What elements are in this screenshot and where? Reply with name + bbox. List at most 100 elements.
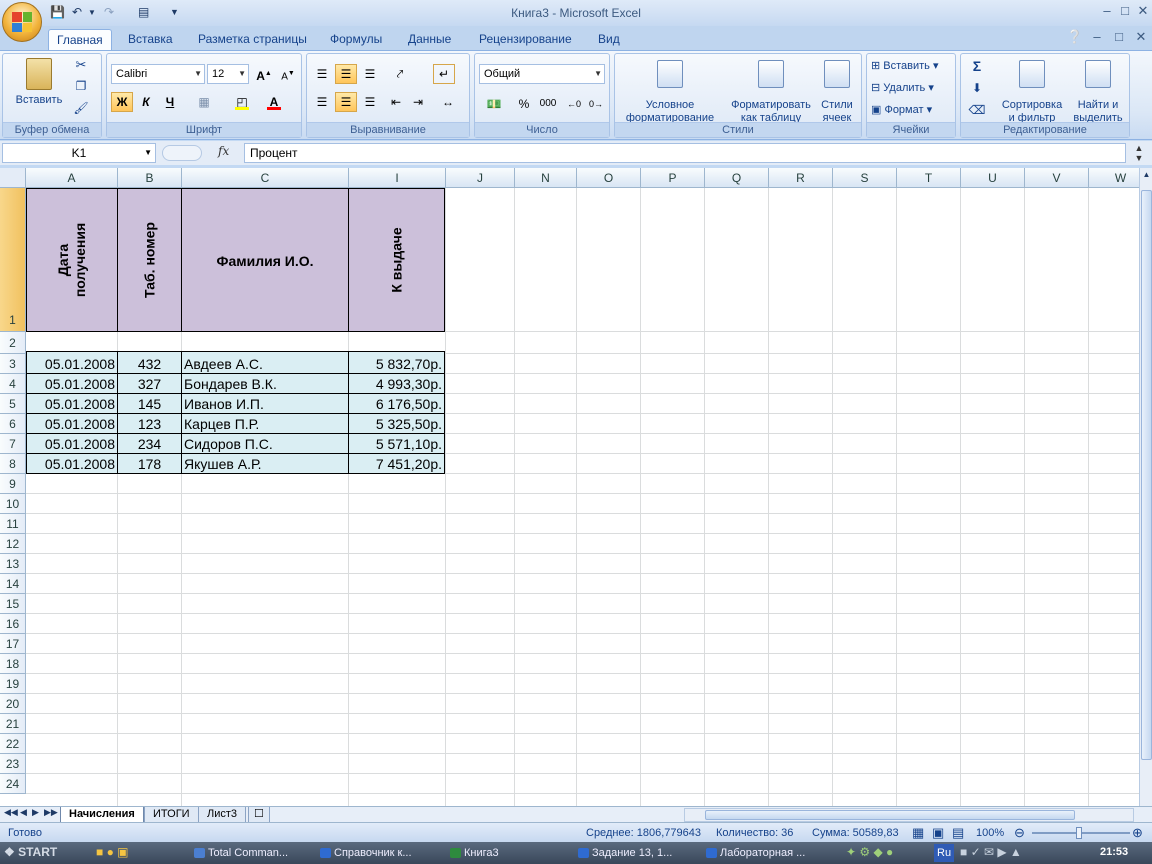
column-header-c[interactable]: C [182,168,349,188]
row-header-8[interactable]: 8 [0,454,26,474]
grow-font-icon[interactable]: A▲ [253,64,275,84]
tab-formulas[interactable]: Формулы [322,29,390,50]
number-format-combo[interactable]: Общий ▼ [479,64,605,84]
row-header-21[interactable]: 21 [0,714,26,734]
align-bottom-icon[interactable]: ☰ [359,64,381,84]
cell-tab[interactable]: 327 [117,373,182,394]
row-header-7[interactable]: 7 [0,434,26,454]
tab-data[interactable]: Данные [400,29,459,50]
office-button[interactable] [2,2,42,42]
zoom-in-icon[interactable]: ⊕ [1132,825,1143,841]
scroll-up-icon[interactable]: ▲ [1141,170,1152,184]
cell-tab[interactable]: 432 [117,351,182,374]
tab-view[interactable]: Вид [590,29,628,50]
next-sheet-icon[interactable]: ▶ [32,807,39,818]
sort-filter-button[interactable]: Сортировка и фильтр [995,60,1069,125]
row-header-23[interactable]: 23 [0,754,26,774]
cell-name[interactable]: Якушев А.Р. [181,453,349,474]
align-center-icon[interactable]: ☰ [335,92,357,112]
cell-name[interactable]: Авдеев А.С. [181,351,349,374]
row-header-22[interactable]: 22 [0,734,26,754]
align-left-icon[interactable]: ☰ [311,92,333,112]
tray-icons[interactable]: ✦ ⚙ ◆ ● [846,845,893,859]
cell-styles-button[interactable]: Стили ячеек [815,60,859,125]
row-header-20[interactable]: 20 [0,694,26,714]
last-sheet-icon[interactable]: ▶▶ [44,807,58,818]
cell-pay[interactable]: 6 176,50р. [348,393,445,414]
close-icon[interactable]: ✕ [1134,3,1152,19]
worksheet-grid[interactable]: ABCIJNOPQRSTUVW 1 2 3 4 5 6 7 8 9 10 11 12 13 14 15 16 1… [0,168,1139,806]
row-header-13[interactable]: 13 [0,554,26,574]
workbook-close-icon[interactable]: ✕ [1132,29,1150,45]
first-sheet-icon[interactable]: ◀◀ [4,807,18,818]
row-header-3[interactable]: 3 [0,354,26,374]
vertical-scroll-thumb[interactable] [1141,190,1152,760]
horizontal-scrollbar[interactable] [684,808,1134,822]
row-header-9[interactable]: 9 [0,474,26,494]
column-header-w[interactable]: W [1089,168,1139,188]
cell-tab[interactable]: 234 [117,433,182,454]
taskbar-item-total-commander[interactable]: Total Comman... [192,844,310,862]
row-header-6[interactable]: 6 [0,414,26,434]
tab-page-layout[interactable]: Разметка страницы [190,29,315,50]
quick-launch-icons[interactable]: ■ ● ▣ [96,845,129,859]
sheet-tab-itogi[interactable]: ИТОГИ [144,807,199,823]
zoom-slider-thumb[interactable] [1076,827,1082,839]
find-select-button[interactable]: Найти и выделить [1069,60,1127,125]
header-cell-tab-number[interactable]: Таб. номер [117,188,182,332]
tray-status-icons[interactable]: ■ ✓ ✉ ▶ ▲ [960,845,1022,859]
column-header-n[interactable]: N [515,168,577,188]
paste-button[interactable]: Вставить [13,58,65,107]
sheet-tab-nachisleniya[interactable]: Начисления [60,807,144,823]
currency-format-icon[interactable]: 💵 [479,94,509,114]
insert-cells-button[interactable]: ⊞ Вставить ▾ [871,60,953,73]
column-header-r[interactable]: R [769,168,833,188]
tab-home[interactable]: Главная [48,29,112,50]
cell-name[interactable]: Сидоров П.С. [181,433,349,454]
cell-pay[interactable]: 7 451,20р. [348,453,445,474]
normal-view-icon[interactable]: ▦ [912,825,924,841]
align-top-icon[interactable]: ☰ [311,64,333,84]
format-as-table-button[interactable]: Форматировать как таблицу [723,60,819,125]
horizontal-scroll-thumb[interactable] [705,810,1075,820]
workbook-minimize-icon[interactable]: – [1088,29,1106,44]
autosum-icon[interactable]: Σ [965,59,989,73]
conditional-formatting-button[interactable]: Условное форматирование [617,60,723,125]
column-header-v[interactable]: V [1025,168,1089,188]
fill-icon[interactable]: ⬇ [965,82,989,95]
align-middle-icon[interactable]: ☰ [335,64,357,84]
cell-tab[interactable]: 123 [117,413,182,434]
column-header-i[interactable]: I [349,168,446,188]
insert-sheet-icon[interactable]: ☐ [248,807,270,823]
row-header-15[interactable]: 15 [0,594,26,614]
merge-center-icon[interactable]: ↔ [437,92,459,112]
column-header-o[interactable]: O [577,168,641,188]
taskbar-item-task13[interactable]: Задание 13, 1... [576,844,696,862]
row-header-24[interactable]: 24 [0,774,26,794]
bold-button[interactable]: Ж [111,92,133,112]
vertical-scrollbar[interactable]: ▲ [1139,168,1152,806]
row-header-19[interactable]: 19 [0,674,26,694]
cell-pay[interactable]: 5 325,50р. [348,413,445,434]
cell-tab[interactable]: 178 [117,453,182,474]
page-layout-view-icon[interactable]: ▣ [932,825,944,841]
row-header-18[interactable]: 18 [0,654,26,674]
row-header-14[interactable]: 14 [0,574,26,594]
row-header-2[interactable]: 2 [0,332,26,354]
expand-formula-bar-icon[interactable]: ▲ ▼ [1128,143,1150,163]
start-button[interactable]: ❖ START [4,845,57,859]
fill-color-icon[interactable]: ◰ [231,92,253,112]
column-header-j[interactable]: J [446,168,515,188]
prev-sheet-icon[interactable]: ◀ [20,807,27,818]
orientation-icon[interactable]: ⤤ [389,64,411,84]
restore-icon[interactable]: □ [1116,3,1134,18]
wrap-text-icon[interactable]: ↵ [433,64,455,84]
column-header-q[interactable]: Q [705,168,769,188]
insert-function-icon[interactable]: fx [218,144,240,158]
cell-date[interactable]: 05.01.2008 [26,433,118,454]
column-header-t[interactable]: T [897,168,961,188]
font-name-combo[interactable]: Calibri ▼ [111,64,205,84]
cell-pay[interactable]: 5 571,10р. [348,433,445,454]
page-break-view-icon[interactable]: ▤ [952,825,964,841]
column-header-b[interactable]: B [118,168,182,188]
